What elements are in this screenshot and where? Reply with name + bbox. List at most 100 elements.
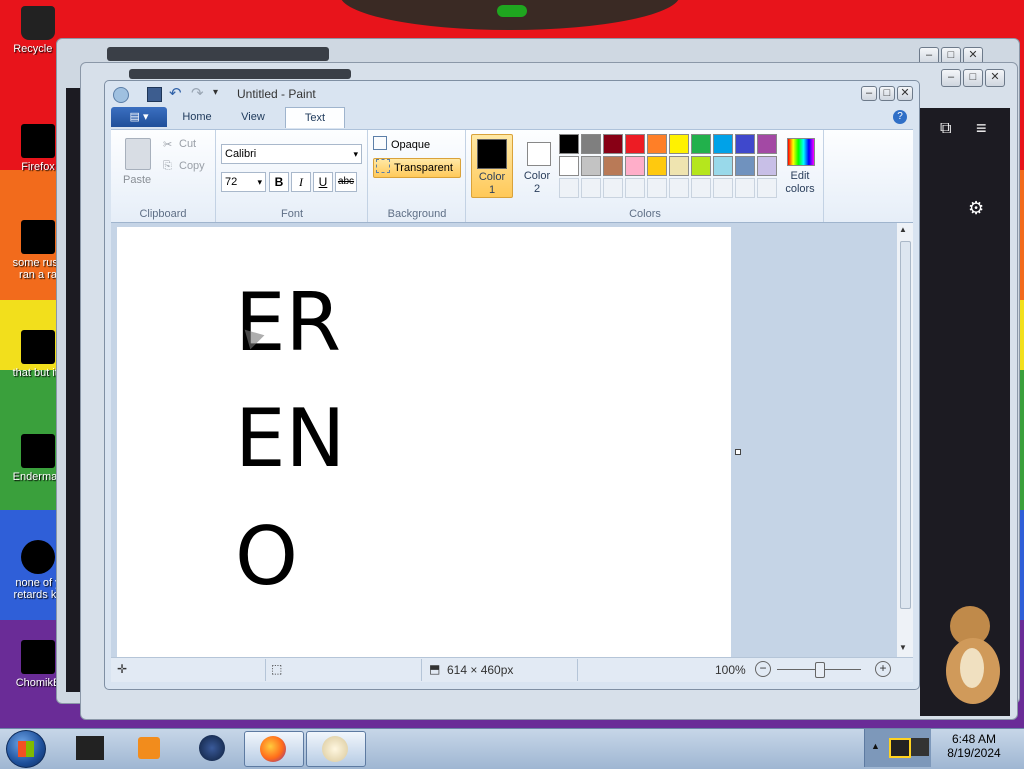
taskbar-app-terminal[interactable] (62, 731, 120, 765)
zoom-in-button[interactable]: + (875, 661, 891, 677)
scroll-up-icon[interactable]: ▲ (899, 225, 907, 234)
scroll-down-icon[interactable]: ▼ (899, 643, 907, 652)
paste-icon[interactable] (125, 138, 151, 170)
tab-home[interactable]: Home (173, 107, 221, 127)
palette-swatch[interactable] (603, 134, 623, 154)
palette-swatch[interactable] (603, 156, 623, 176)
paint-menu-button[interactable]: ▤ ▾ (111, 107, 167, 127)
minimize-icon[interactable]: – (861, 86, 877, 101)
tray-app-icon[interactable] (889, 738, 911, 758)
paste-button[interactable]: Paste (123, 174, 151, 186)
maximize-icon[interactable]: □ (879, 86, 895, 101)
zoom-level: 100% (715, 663, 746, 677)
transparent-button[interactable]: Transparent (373, 158, 461, 178)
extensions-icon[interactable]: ⧉ (940, 120, 951, 138)
palette-swatch[interactable] (581, 156, 601, 176)
help-icon[interactable]: ? (893, 110, 907, 124)
color2-button[interactable]: Color 2 (517, 134, 557, 196)
palette-swatch[interactable] (735, 156, 755, 176)
tray-network-icon[interactable] (911, 738, 929, 756)
palette-swatch[interactable] (559, 178, 579, 198)
quick-access-dropdown-icon[interactable]: ▾ (213, 87, 218, 98)
drawing-canvas[interactable]: ER EN O (117, 227, 731, 659)
scrollbar-thumb[interactable] (900, 241, 911, 609)
title-bar[interactable]: ↶ ↷ ▾ Untitled - Paint – □ ✕ (105, 81, 919, 107)
cut-icon[interactable]: ✂ (163, 138, 172, 151)
underline-button[interactable]: U (313, 172, 333, 192)
firefox-icon (21, 124, 55, 158)
close-icon[interactable]: ✕ (897, 86, 913, 101)
palette-swatch[interactable] (625, 178, 645, 198)
opaque-button[interactable]: Opaque (373, 136, 461, 154)
palette-swatch[interactable] (647, 178, 667, 198)
palette-swatch[interactable] (735, 134, 755, 154)
taskbar-app-paint[interactable] (306, 731, 366, 767)
edit-colors-label-line2: colors (785, 183, 815, 195)
undo-icon[interactable]: ↶ (169, 84, 182, 102)
taskbar-app-browser[interactable] (184, 731, 242, 765)
background-window-tab (129, 69, 351, 79)
close-icon[interactable]: ✕ (985, 69, 1005, 87)
palette-swatch[interactable] (669, 156, 689, 176)
divider (421, 659, 422, 681)
color2-label: Color 2 (517, 170, 557, 196)
maximize-icon[interactable]: □ (963, 69, 983, 87)
paint-window[interactable]: ↶ ↷ ▾ Untitled - Paint – □ ✕ ▤ ▾ Home Vi… (104, 80, 920, 690)
clock[interactable]: 6:48 AM 8/19/2024 (936, 732, 1012, 760)
palette-swatch[interactable] (559, 156, 579, 176)
palette-swatch[interactable] (757, 156, 777, 176)
color1-button[interactable]: Color 1 (471, 134, 513, 198)
palette-swatch[interactable] (603, 178, 623, 198)
paint-app-icon[interactable] (113, 87, 129, 103)
clipboard-group: Paste ✂ Cut ⎘ Copy Clipboard (111, 130, 216, 222)
palette-swatch[interactable] (669, 134, 689, 154)
font-size-select[interactable]: 72 ▾ (221, 172, 266, 192)
palette-swatch[interactable] (581, 134, 601, 154)
palette-swatch[interactable] (691, 178, 711, 198)
palette-swatch[interactable] (757, 134, 777, 154)
transparent-label: Transparent (394, 162, 453, 174)
palette-swatch[interactable] (625, 156, 645, 176)
zoom-out-button[interactable]: − (755, 661, 771, 677)
save-icon[interactable] (147, 87, 162, 102)
canvas-area[interactable]: ER EN O (111, 223, 897, 659)
palette-swatch[interactable] (757, 178, 777, 198)
zoom-slider-thumb[interactable] (815, 662, 825, 678)
canvas-resize-handle[interactable] (735, 449, 741, 455)
palette-swatch[interactable] (647, 134, 667, 154)
edit-colors-button[interactable]: Edit colors (779, 134, 821, 196)
font-group: Calibri ▾ 72 ▾ B I U abc Font (217, 130, 368, 222)
gear-icon[interactable]: ⚙ (968, 198, 984, 219)
edit-colors-label: Edit colors (779, 170, 821, 196)
taskbar-app-media-player[interactable] (122, 731, 180, 765)
palette-swatch[interactable] (735, 178, 755, 198)
palette-swatch[interactable] (713, 178, 733, 198)
copy-icon[interactable]: ⎘ (163, 160, 172, 173)
bold-button[interactable]: B (269, 172, 289, 192)
start-button[interactable] (6, 730, 46, 768)
italic-button[interactable]: I (291, 172, 311, 192)
menu-icon[interactable]: ≡ (976, 118, 987, 139)
palette-swatch[interactable] (713, 156, 733, 176)
font-family-select[interactable]: Calibri ▾ (221, 144, 362, 164)
palette-swatch[interactable] (559, 134, 579, 154)
vertical-scrollbar[interactable]: ▲ ▼ (897, 223, 913, 657)
tab-view[interactable]: View (229, 107, 277, 127)
palette-swatch[interactable] (713, 134, 733, 154)
tab-text[interactable]: Text (285, 107, 345, 128)
paint-icon (322, 736, 348, 762)
color2-swatch (527, 142, 551, 166)
copy-button[interactable]: Copy (179, 160, 205, 172)
palette-swatch[interactable] (625, 134, 645, 154)
taskbar-app-firefox[interactable] (244, 731, 304, 767)
palette-swatch[interactable] (647, 156, 667, 176)
minimize-icon[interactable]: – (941, 69, 961, 87)
redo-icon[interactable]: ↷ (191, 84, 204, 102)
palette-swatch[interactable] (581, 178, 601, 198)
strikethrough-button[interactable]: abc (335, 172, 357, 192)
palette-swatch[interactable] (691, 156, 711, 176)
palette-swatch[interactable] (669, 178, 689, 198)
show-hidden-icons-icon[interactable]: ▲ (871, 741, 880, 751)
cut-button[interactable]: Cut (179, 138, 196, 150)
palette-swatch[interactable] (691, 134, 711, 154)
